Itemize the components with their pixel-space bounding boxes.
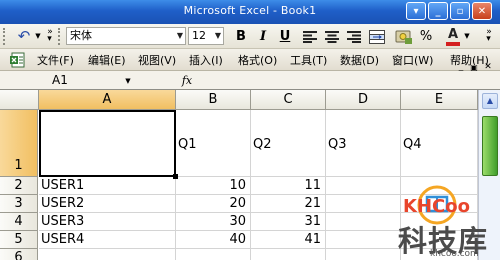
select-all-corner[interactable] — [0, 90, 39, 110]
font-color-label: A — [447, 26, 459, 42]
maximize-icon: ▫ — [456, 5, 464, 17]
cell-b1[interactable]: Q1 — [176, 110, 251, 177]
cell-b5[interactable]: 40 — [176, 231, 251, 249]
align-center-icon[interactable] — [324, 29, 340, 44]
cell-c5[interactable]: 41 — [251, 231, 326, 249]
row-header-3[interactable]: 3 — [0, 195, 38, 213]
formula-input[interactable] — [198, 72, 478, 89]
help-window-button[interactable]: ▾ — [406, 2, 426, 20]
bold-button[interactable]: B — [232, 28, 250, 45]
name-box-value: A1 — [52, 73, 68, 87]
fx-button[interactable]: fx — [178, 72, 196, 89]
doc-restore-icon[interactable]: ▣ — [468, 63, 480, 72]
fill-handle[interactable] — [173, 174, 178, 179]
font-color-button[interactable]: A — [444, 27, 462, 46]
menu-file[interactable]: 文件(F) — [37, 52, 74, 68]
cell-d1[interactable]: Q3 — [326, 110, 401, 177]
cell-d6[interactable] — [326, 249, 401, 260]
cell-a3[interactable]: USER2 — [39, 195, 176, 213]
percent-button[interactable]: % — [418, 28, 434, 45]
font-color-swatch — [446, 41, 460, 46]
menu-insert[interactable]: 插入(I) — [189, 52, 223, 68]
menu-tools[interactable]: 工具(T) — [290, 52, 327, 68]
underline-button[interactable]: U — [276, 28, 294, 45]
column-header-c[interactable]: C — [251, 90, 326, 110]
cell-b2[interactable]: 10 — [176, 177, 251, 195]
maximize-button[interactable]: ▫ — [450, 2, 470, 20]
toolbar-grip[interactable] — [3, 28, 9, 45]
logo-text: KHCoo — [403, 196, 470, 217]
cell-d5[interactable] — [326, 231, 401, 249]
cell-b3[interactable]: 20 — [176, 195, 251, 213]
column-header-a[interactable]: A — [39, 90, 176, 110]
undo-dropdown-icon[interactable]: ▼ — [34, 29, 42, 43]
row-header-5[interactable]: 5 — [0, 231, 38, 249]
close-icon: ✕ — [477, 5, 487, 17]
cell-a4[interactable]: USER3 — [39, 213, 176, 231]
undo-icon[interactable]: ↶ — [14, 27, 34, 45]
formatting-toolbar: ↶ ▼ » ▾ 宋体 ▼ 12 ▼ B I U % A ▼ » ▾ — [0, 24, 500, 49]
close-button[interactable]: ✕ — [472, 2, 492, 20]
currency-icon[interactable] — [394, 27, 414, 46]
toolbar-grip — [58, 28, 64, 45]
font-size-value: 12 — [192, 29, 206, 42]
row-header-6[interactable]: 6 — [0, 249, 38, 260]
cell-a2[interactable]: USER1 — [39, 177, 176, 195]
scroll-up-icon[interactable]: ▲ — [482, 93, 498, 109]
scroll-thumb[interactable] — [482, 116, 498, 176]
chevron-down-icon[interactable]: ▼ — [215, 28, 221, 44]
column-header-b[interactable]: B — [176, 90, 251, 110]
font-name-value: 宋体 — [70, 29, 92, 42]
cell-b4[interactable]: 30 — [176, 213, 251, 231]
menu-data[interactable]: 数据(D) — [340, 52, 379, 68]
merge-center-icon[interactable] — [368, 28, 386, 45]
doc-minimize-icon[interactable]: _ — [455, 62, 467, 72]
cell-c2[interactable]: 11 — [251, 177, 326, 195]
title-bar: Microsoft Excel - Book1 ▾ _ ▫ ✕ — [0, 0, 500, 24]
watermark-url: khcoo.com — [430, 249, 479, 259]
italic-button[interactable]: I — [254, 28, 272, 45]
chevron-down-icon[interactable]: ▼ — [177, 28, 183, 44]
cell-c6[interactable] — [251, 249, 326, 260]
align-left-icon[interactable] — [302, 29, 318, 44]
row-header-2[interactable]: 2 — [0, 177, 38, 195]
formula-bar: A1 ▼ fx — [0, 71, 500, 90]
toolbar-options-icon[interactable]: » ▾ — [483, 27, 495, 45]
font-size-combo[interactable]: 12 ▼ — [188, 27, 224, 45]
excel-doc-icon[interactable] — [9, 51, 27, 68]
chevron-down-icon[interactable]: ▼ — [463, 30, 471, 42]
minimize-icon: _ — [435, 5, 441, 17]
cell-a5[interactable]: USER4 — [39, 231, 176, 249]
cell-c3[interactable]: 21 — [251, 195, 326, 213]
row-header-4[interactable]: 4 — [0, 213, 38, 231]
menu-view[interactable]: 视图(V) — [138, 52, 176, 68]
cell-b6[interactable] — [176, 249, 251, 260]
toolbar-options-icon[interactable]: » ▾ — [45, 27, 55, 45]
minimize-button[interactable]: _ — [428, 2, 448, 20]
cell-e1[interactable]: Q4 — [401, 110, 478, 177]
menu-edit[interactable]: 编辑(E) — [88, 52, 126, 68]
row-header-1[interactable]: 1 — [0, 110, 38, 177]
menu-format[interactable]: 格式(O) — [238, 52, 277, 68]
column-header-e[interactable]: E — [401, 90, 478, 110]
cell-a6[interactable] — [39, 249, 176, 260]
name-box-dropdown-icon[interactable]: ▼ — [123, 76, 133, 86]
cell-c1[interactable]: Q2 — [251, 110, 326, 177]
column-header-d[interactable]: D — [326, 90, 401, 110]
menu-window[interactable]: 窗口(W) — [392, 52, 433, 68]
doc-close-icon[interactable]: ✕ — [482, 62, 494, 72]
menu-bar: 文件(F) 编辑(E) 视图(V) 插入(I) 格式(O) 工具(T) 数据(D… — [0, 49, 500, 72]
cell-a1-selected[interactable] — [39, 110, 176, 177]
cell-c4[interactable]: 31 — [251, 213, 326, 231]
chevron-down-icon: ▾ — [413, 5, 419, 17]
font-name-combo[interactable]: 宋体 ▼ — [66, 27, 186, 45]
align-right-icon[interactable] — [346, 29, 362, 44]
